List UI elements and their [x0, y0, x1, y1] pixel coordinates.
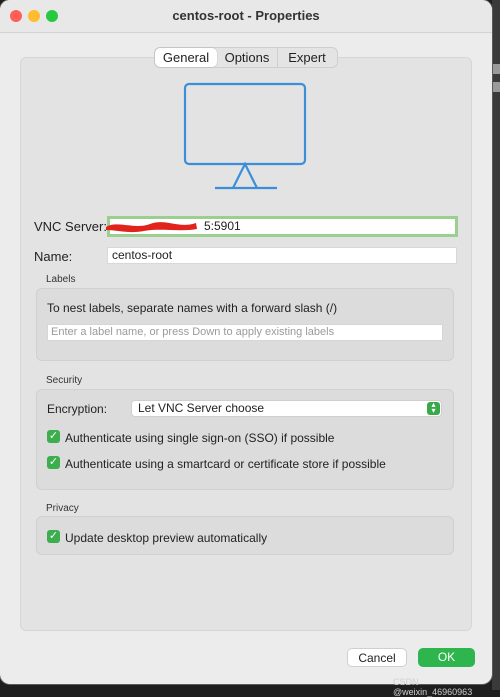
name-input[interactable]: centos-root	[107, 247, 457, 264]
tab-options[interactable]: Options	[217, 48, 278, 67]
labels-section-title: Labels	[46, 274, 76, 285]
chevron-updown-icon: ▴ ▾	[427, 401, 440, 415]
watermark: CSDN @weixin_46960963	[393, 677, 473, 697]
background-line	[492, 64, 500, 74]
label-input[interactable]: Enter a label name, or press Down to app…	[47, 324, 443, 341]
ok-button[interactable]: OK	[418, 648, 475, 667]
redaction-scribble	[106, 222, 197, 233]
encryption-select[interactable]: Let VNC Server choose ▴ ▾	[131, 400, 442, 417]
preview-checkbox[interactable]: ✓	[47, 530, 60, 543]
tab-bar: General Options Expert	[154, 47, 338, 68]
window-title: centos-root - Properties	[172, 8, 320, 23]
sso-label: Authenticate using single sign-on (SSO) …	[65, 431, 335, 445]
security-section-title: Security	[46, 375, 83, 386]
title-bar: centos-root - Properties	[0, 0, 492, 33]
background-window-strip	[492, 0, 500, 690]
smartcard-checkbox[interactable]: ✓	[47, 456, 60, 469]
monitor-icon	[183, 82, 307, 190]
tab-expert[interactable]: Expert	[278, 48, 336, 67]
labels-hint: To nest labels, separate names with a fo…	[47, 301, 338, 315]
vnc-server-label: VNC Server:	[34, 219, 107, 234]
cancel-button[interactable]: Cancel	[347, 648, 407, 667]
privacy-section-title: Privacy	[46, 503, 79, 514]
properties-window: centos-root - Properties General Options…	[0, 0, 492, 684]
background-line	[492, 82, 500, 92]
tab-general[interactable]: General	[155, 48, 217, 67]
sso-checkbox[interactable]: ✓	[47, 430, 60, 443]
smartcard-label: Authenticate using a smartcard or certif…	[65, 457, 386, 471]
encryption-label: Encryption:	[47, 402, 108, 416]
name-label: Name:	[34, 249, 73, 264]
encryption-value: Let VNC Server choose	[138, 401, 265, 415]
preview-label: Update desktop preview automatically	[65, 531, 268, 545]
